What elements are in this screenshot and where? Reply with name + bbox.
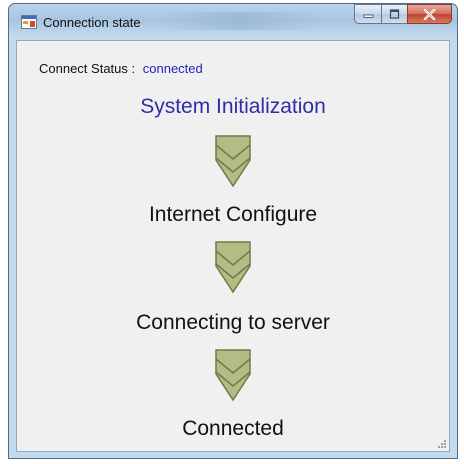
step-connected: Connected [182,417,284,440]
minimize-button[interactable] [354,4,381,24]
client-area: Connect Status : connected System Initia… [16,40,450,452]
maximize-button[interactable] [381,4,407,24]
app-window-icon [21,15,37,29]
caption-buttons [354,4,452,26]
title-bar[interactable]: Connection state [9,4,457,40]
resize-grip-icon[interactable] [437,439,447,449]
minimize-icon [363,14,373,18]
step-connecting-to-server: Connecting to server [136,311,330,334]
step-system-initialization: System Initialization [140,95,326,118]
connection-state-window: Connection state Connect Status: connec… [8,3,458,459]
close-icon [423,8,436,20]
maximize-icon [389,9,400,19]
title-bar-highlight [159,12,319,30]
window-title: Connection state [43,15,141,30]
connect-status-value: connected [142,61,203,76]
close-button[interactable] [407,4,452,24]
connect-status-row: Connect Status : connected [39,61,203,76]
step-internet-configure: Internet Configure [148,203,318,226]
down-arrow-icon [215,241,251,294]
down-arrow-icon [215,349,251,402]
down-arrow-icon [215,135,251,188]
connect-status-label: Connect Status : [39,61,136,76]
